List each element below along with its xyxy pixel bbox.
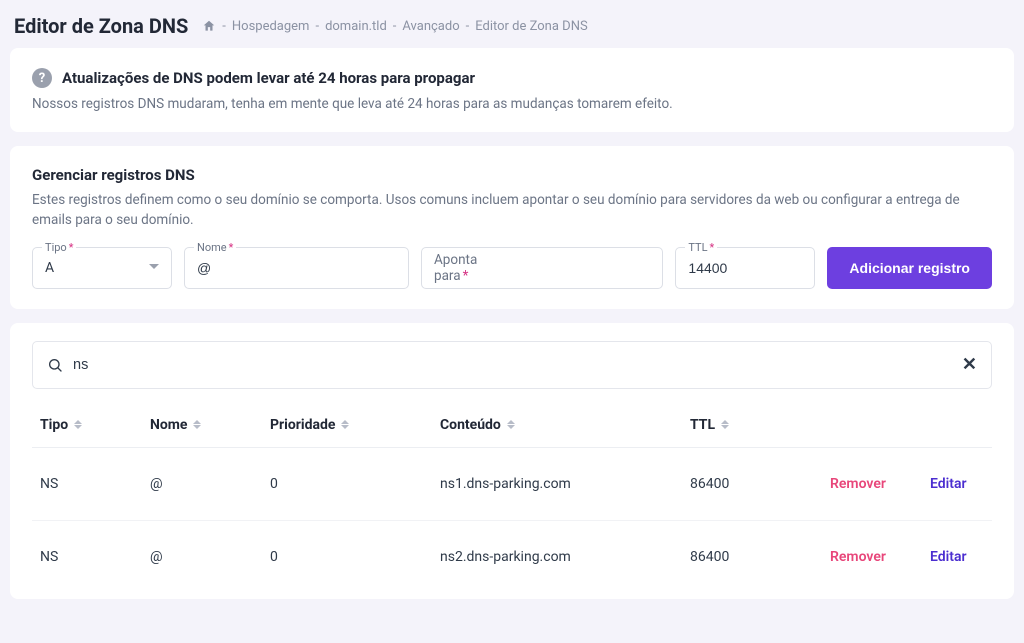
cell-ttl: 86400 xyxy=(682,520,822,593)
add-record-button[interactable]: Adicionar registro xyxy=(827,247,992,289)
breadcrumb: - Hospedagem - domain.tld - Avançado - E… xyxy=(202,19,587,34)
question-icon: ? xyxy=(32,68,52,88)
breadcrumb-item[interactable]: Avançado xyxy=(402,19,459,34)
breadcrumb-sep: - xyxy=(466,19,470,34)
points-to-label: Aponta para* xyxy=(434,252,491,284)
manage-desc: Estes registros definem como o seu domín… xyxy=(32,190,992,231)
sort-icon xyxy=(193,420,201,429)
info-card: ? Atualizações de DNS podem levar até 24… xyxy=(10,48,1014,132)
sort-icon xyxy=(721,420,729,429)
breadcrumb-sep: - xyxy=(315,19,319,34)
manage-card: Gerenciar registros DNS Estes registros … xyxy=(10,146,1014,309)
cell-tipo: NS xyxy=(32,520,142,593)
info-body: Nossos registros DNS mudaram, tenha em m… xyxy=(32,96,992,112)
sort-icon xyxy=(341,420,349,429)
ttl-input[interactable] xyxy=(688,260,802,276)
cell-prioridade: 0 xyxy=(262,520,432,593)
points-to-input-wrap[interactable]: Aponta para* xyxy=(421,247,663,289)
name-input[interactable] xyxy=(197,260,396,276)
sort-icon xyxy=(74,420,82,429)
type-value: A xyxy=(45,260,54,276)
breadcrumb-item[interactable]: domain.tld xyxy=(325,19,387,34)
page-title: Editor de Zona DNS xyxy=(14,14,188,38)
cell-tipo: NS xyxy=(32,447,142,520)
name-label: Nome* xyxy=(194,241,236,254)
table-row: NS @ 0 ns2.dns-parking.com 86400 Remover… xyxy=(32,520,992,593)
col-header-tipo[interactable]: Tipo xyxy=(32,407,142,448)
cell-conteudo: ns2.dns-parking.com xyxy=(432,520,682,593)
edit-link[interactable]: Editar xyxy=(930,476,967,492)
breadcrumb-item[interactable]: Hospedagem xyxy=(232,19,310,34)
cell-nome: @ xyxy=(142,520,262,593)
table-row: NS @ 0 ns1.dns-parking.com 86400 Remover… xyxy=(32,447,992,520)
records-card: ✕ Tipo Nome Prioridade Conteúdo TTL NS @ xyxy=(10,323,1014,599)
close-icon[interactable]: ✕ xyxy=(962,354,977,375)
search-icon xyxy=(47,357,63,373)
search-input[interactable] xyxy=(73,357,962,373)
manage-title: Gerenciar registros DNS xyxy=(32,166,992,184)
col-header-prioridade[interactable]: Prioridade xyxy=(262,407,432,448)
type-label: Tipo* xyxy=(42,241,76,254)
col-header-ttl[interactable]: TTL xyxy=(682,407,822,448)
col-header-nome[interactable]: Nome xyxy=(142,407,262,448)
breadcrumb-item: Editor de Zona DNS xyxy=(475,19,587,34)
breadcrumb-sep: - xyxy=(393,19,397,34)
cell-ttl: 86400 xyxy=(682,447,822,520)
search-wrap[interactable]: ✕ xyxy=(32,341,992,389)
remove-link[interactable]: Remover xyxy=(830,549,886,565)
sort-icon xyxy=(507,420,515,429)
points-to-input[interactable] xyxy=(499,260,651,276)
breadcrumb-sep: - xyxy=(222,19,226,34)
cell-prioridade: 0 xyxy=(262,447,432,520)
edit-link[interactable]: Editar xyxy=(930,549,967,565)
col-header-conteudo[interactable]: Conteúdo xyxy=(432,407,682,448)
remove-link[interactable]: Remover xyxy=(830,476,886,492)
ttl-label: TTL* xyxy=(685,241,717,254)
info-title: Atualizações de DNS podem levar até 24 h… xyxy=(62,69,475,87)
home-icon[interactable] xyxy=(202,19,216,33)
chevron-down-icon xyxy=(149,264,159,274)
dns-table: Tipo Nome Prioridade Conteúdo TTL NS @ 0… xyxy=(32,407,992,593)
cell-nome: @ xyxy=(142,447,262,520)
cell-conteudo: ns1.dns-parking.com xyxy=(432,447,682,520)
